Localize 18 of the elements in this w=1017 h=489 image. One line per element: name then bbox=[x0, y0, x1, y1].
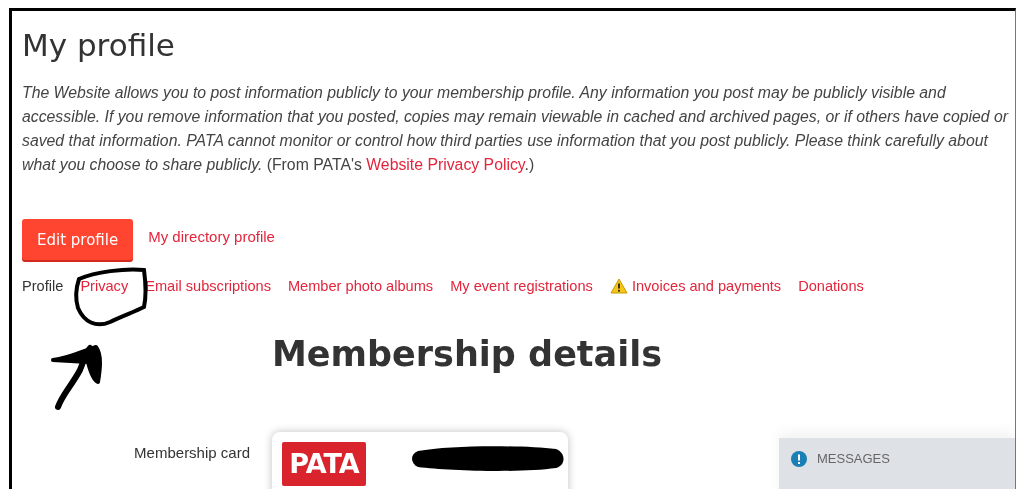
section-heading: Membership details bbox=[272, 333, 664, 376]
privacy-notice: The Website allows you to post information publicly to your membership profile. Any information you post may be publicly visible and accessible. If you remove information that you posted, copies may remain viewable in cached and archived pages, or if others have copied or saved that information. PATA cannot monitor or control how third parties use information that you post publicly. Please think carefully about what you choose to share publicly. (From PATA's Website Privacy Policy.) bbox=[22, 83, 1010, 175]
profile-tab[interactable]: Donations bbox=[798, 278, 864, 294]
profile-tab[interactable]: Member photo albums bbox=[287, 278, 434, 294]
edit-profile-button[interactable]: Edit profile bbox=[22, 219, 134, 260]
privacy-policy-link[interactable]: Website Privacy Policy bbox=[366, 156, 525, 173]
directory-profile-link[interactable]: My directory profile bbox=[148, 228, 275, 245]
profile-tab[interactable]: Profile bbox=[22, 278, 64, 294]
profile-tab[interactable]: Privacy bbox=[80, 278, 129, 294]
field-label: Membership card bbox=[133, 444, 250, 461]
logo: PATA bbox=[282, 442, 366, 486]
warning-icon bbox=[609, 278, 628, 294]
profile-tab[interactable]: My event registrations bbox=[450, 278, 593, 294]
arrow-annotation bbox=[51, 345, 102, 410]
profile-tab[interactable]: Invoices and payments bbox=[631, 278, 782, 294]
page-title: My profile bbox=[22, 26, 176, 65]
panel-title: MESSAGES bbox=[817, 451, 890, 467]
alert-icon bbox=[791, 451, 807, 467]
